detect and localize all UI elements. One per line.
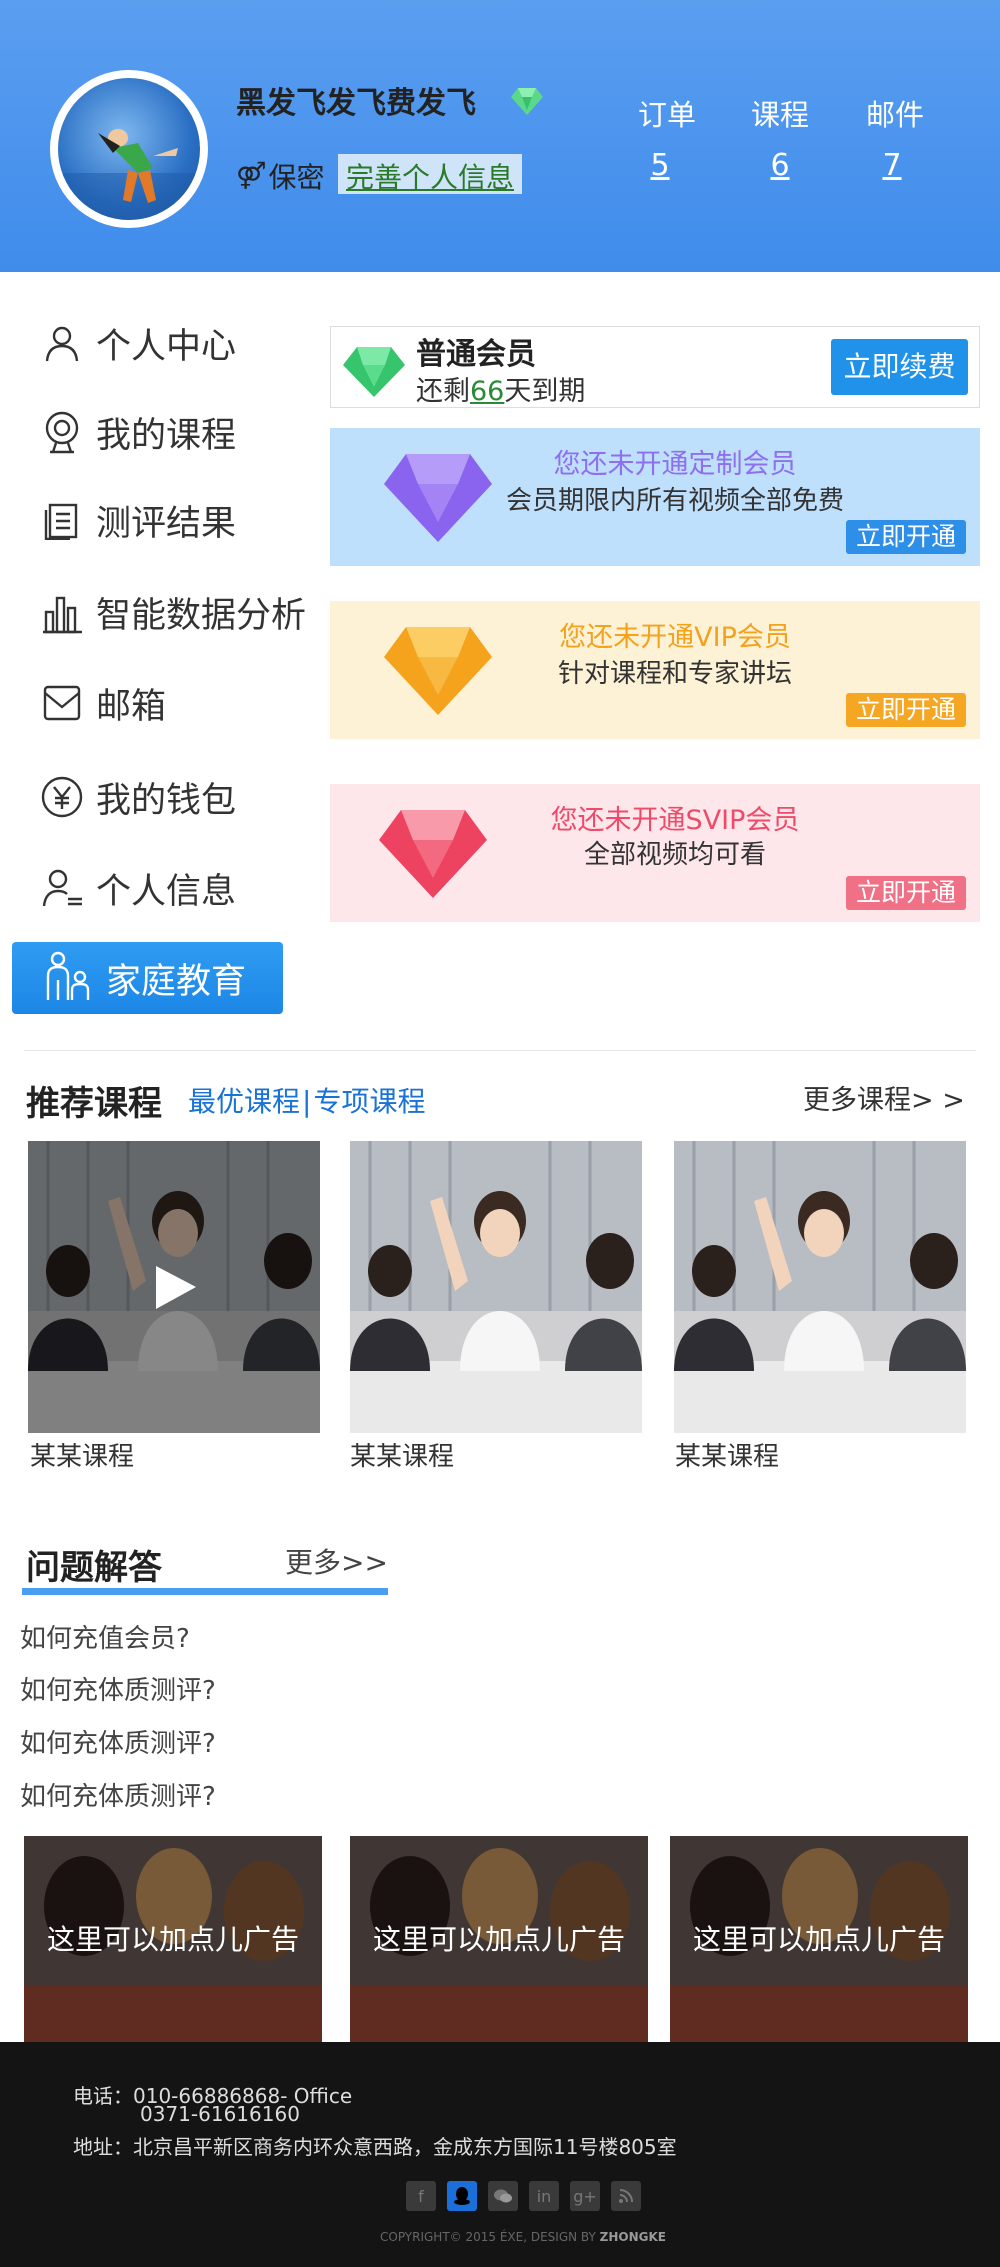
stat-mail-label: 邮件 [865,98,924,132]
stat-courses-value[interactable]: 6 [740,148,820,183]
user-icon [40,321,84,365]
document-icon [40,498,84,542]
custom-member-title: 您还未开通定制会员 [553,449,797,480]
stat-orders-label: 订单 [637,98,696,132]
more-courses-link[interactable]: 更多课程> > [803,1078,965,1117]
vip-member-title: 您还未开通VIP会员 [559,622,791,653]
mail-icon [40,681,84,725]
wechat-icon[interactable] [488,2181,518,2211]
sidebar-item-assessment-results[interactable]: 测评结果 [40,490,330,550]
vip-member-card: 您还未开通VIP会员 针对课程和专家讲坛 立即开通 [330,601,980,739]
red-gem-icon [375,806,491,906]
qa-item[interactable]: 如何充体质测评? [20,1723,216,1760]
tab-special-courses[interactable]: 专项课程 [313,1085,425,1118]
rss-icon[interactable] [611,2181,641,2211]
vip-member-desc: 针对课程和专家讲坛 [557,659,792,689]
ad-banner[interactable]: 这里可以加点儿广告 [24,1836,322,2042]
user-list-icon [40,866,84,910]
course-name[interactable]: 某某课程 [350,1436,454,1473]
username: 黑发飞发飞费发飞 [236,86,476,121]
sidebar-item-wallet[interactable]: 我的钱包 [40,767,330,827]
ad-text: 这里可以加点儿广告 [46,1923,299,1956]
open-custom-button[interactable]: 立即开通 [845,520,966,554]
custom-member-desc: 会员期限内所有视频全部免费 [505,486,844,516]
stat-orders-value[interactable]: 5 [620,148,700,183]
social-links: f in g+ [406,2181,641,2211]
google-plus-icon[interactable]: g+ [570,2181,600,2211]
copyright: COPYRIGHT© 2015 ÉXE, DESIGN BY ZHONGKE [380,2230,666,2244]
basic-member-title: 普通会员 [416,337,536,372]
sidebar-item-personal-center[interactable]: 个人中心 [40,313,330,373]
course-thumbnail[interactable] [350,1141,642,1433]
footer-phone-secondary: 0371-61616160 [140,2102,300,2126]
qa-item[interactable]: 如何充体质测评? [20,1776,216,1813]
ad-banner[interactable]: 这里可以加点儿广告 [670,1836,968,2042]
qa-title: 问题解答 [26,1548,162,1588]
qa-item[interactable]: 如何充体质测评? [20,1670,216,1707]
facebook-icon[interactable]: f [406,2181,436,2211]
gender-icon: ⚤ [236,161,267,191]
complete-info-link[interactable]: 完善个人信息 [338,154,523,194]
sidebar-item-personal-info[interactable]: 个人信息 [40,858,330,918]
ad-text: 这里可以加点儿广告 [692,1923,945,1956]
course-name[interactable]: 某某课程 [675,1436,779,1473]
qa-title-underline [22,1588,388,1595]
open-vip-button[interactable]: 立即开通 [845,693,966,727]
sidebar-item-my-courses[interactable]: 我的课程 [40,402,330,462]
gender-privacy: ⚤ 保密 [236,156,325,196]
privacy-label: 保密 [268,161,325,194]
yen-icon [40,775,84,819]
svip-member-card: 您还未开通SVIP会员 全部视频均可看 立即开通 [330,784,980,922]
section-divider [24,1050,976,1051]
basic-member-expiry: 还剩66天到期 [416,376,586,407]
sidebar-item-data-analysis[interactable]: 智能数据分析 [40,582,330,642]
remain-days: 66 [470,376,505,407]
tab-best-courses[interactable]: 最优课程 [188,1085,300,1118]
member-gem-icon [510,86,544,116]
course-thumbnail[interactable] [28,1141,320,1433]
webcam-icon [40,410,84,454]
stat-mail-value[interactable]: 7 [852,148,932,183]
bar-chart-icon [40,590,84,634]
basic-member-card: 普通会员 还剩66天到期 立即续费 [330,326,980,408]
stat-courses-label: 课程 [750,98,809,132]
linkedin-icon[interactable]: in [529,2181,559,2211]
qq-icon[interactable] [447,2181,477,2211]
ad-text: 这里可以加点儿广告 [372,1923,625,1956]
sidebar-item-family-education[interactable]: 家庭教育 [12,942,283,1014]
footer-address: 地址：北京昌平新区商务内环众意西路，金成东方国际11号楼805室 [73,2135,677,2159]
family-icon [42,950,92,1006]
qa-more-link[interactable]: 更多>> [285,1541,388,1581]
sidebar-item-mailbox[interactable]: 邮箱 [40,673,330,733]
open-svip-button[interactable]: 立即开通 [845,876,966,910]
green-gem-icon [341,343,407,403]
custom-member-card: 您还未开通定制会员 会员期限内所有视频全部免费 立即开通 [330,428,980,566]
svip-member-desc: 全部视频均可看 [583,840,766,870]
qa-item[interactable]: 如何充值会员? [20,1618,190,1655]
renew-button[interactable]: 立即续费 [831,339,968,395]
ad-banner[interactable]: 这里可以加点儿广告 [350,1836,648,2042]
avatar[interactable] [58,78,200,220]
recommend-tabs: 最优课程|专项课程 [188,1085,426,1118]
course-thumbnail[interactable] [674,1141,966,1433]
course-name[interactable]: 某某课程 [30,1436,134,1473]
recommend-title: 推荐课程 [26,1084,162,1124]
svip-member-title: 您还未开通SVIP会员 [550,805,800,836]
